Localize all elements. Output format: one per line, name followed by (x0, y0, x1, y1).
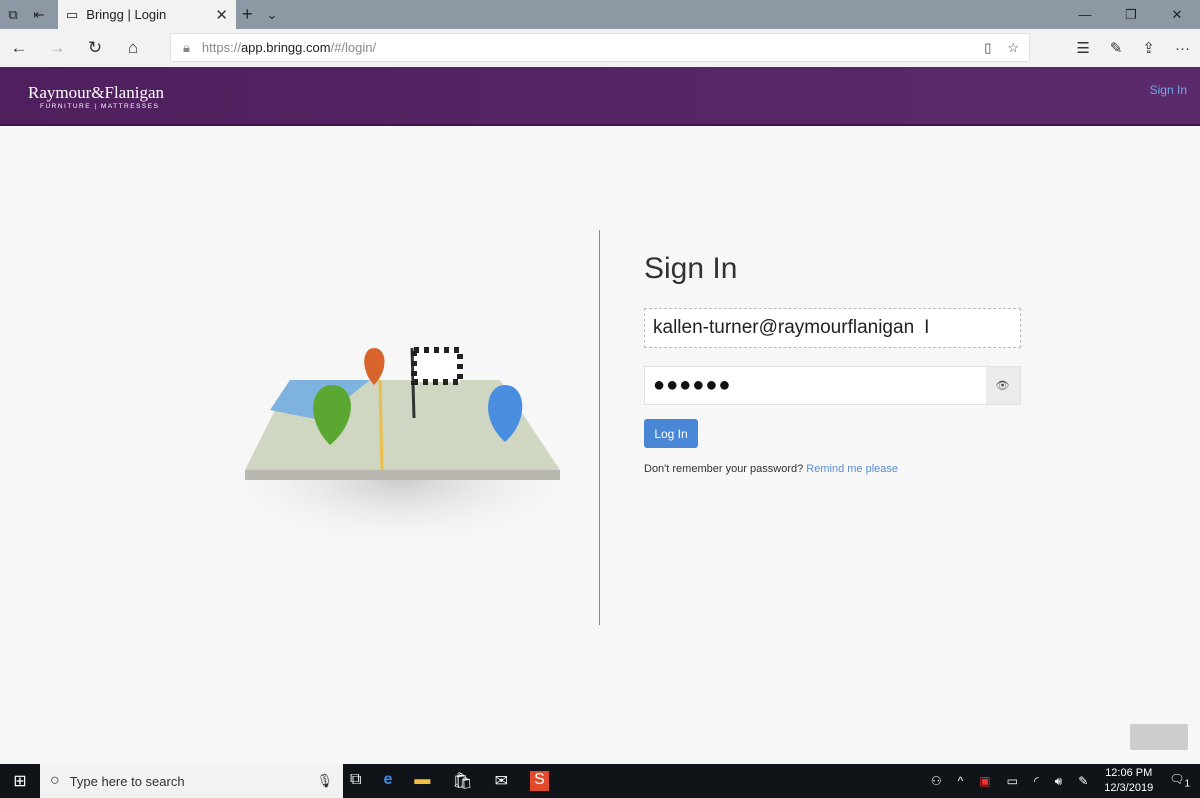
password-field[interactable]: ●●●●●● 👁︎ (644, 366, 1021, 405)
browser-tab-bar: ⧉ ⇤ ▭ Bringg | Login ✕ + ⌄ — ❐ ✕ (0, 0, 1200, 29)
lock-icon: 🔒︎ (183, 39, 190, 55)
close-tab-icon[interactable]: ✕ (215, 6, 228, 24)
map-illustration (210, 347, 590, 540)
refresh-icon[interactable]: ↻ (76, 38, 114, 58)
browser-nav-bar: ← → ↻ ⌂ 🔒︎ https://app.bringg.com/#/logi… (0, 29, 1200, 67)
date: 12/3/2019 (1104, 782, 1154, 794)
reading-view-icon[interactable]: ▯ (984, 40, 991, 56)
logo-subtitle: FURNITURE | MATTRESSES (40, 103, 160, 110)
forward-icon[interactable]: → (38, 38, 76, 58)
home-icon[interactable]: ⌂ (114, 38, 152, 58)
password-value: ●●●●●● (653, 374, 732, 396)
store-icon[interactable]: 🛍︎ (452, 771, 472, 791)
divider (599, 230, 600, 625)
tabs-aside-icon[interactable]: ⇤ (26, 0, 52, 29)
edge-icon[interactable]: e (383, 771, 392, 791)
favorite-star-icon[interactable]: ☆ (1007, 40, 1019, 56)
back-icon[interactable]: ← (0, 38, 38, 58)
new-tab-icon[interactable]: + (242, 4, 253, 25)
forgot-password-row: Don't remember your password? Remind me … (644, 463, 898, 475)
taskbar: ⊞ ○ Type here to search 🎙︎ ⧉ e ▬ 🛍︎ ✉ S … (0, 764, 1200, 798)
overlay-controls[interactable] (1130, 724, 1188, 750)
logo: Raymour&Flanigan FURNITURE | MATTRESSES (28, 83, 164, 110)
share-icon[interactable]: ⇪ (1142, 39, 1155, 57)
close-window-icon[interactable]: ✕ (1154, 0, 1200, 29)
clock[interactable]: 12:06 PM 12/3/2019 (1104, 766, 1153, 796)
page-title: Sign In (644, 252, 738, 285)
notification-count: 1 (1184, 778, 1190, 790)
chevron-down-icon[interactable]: ⌄ (267, 7, 278, 23)
forgot-text: Don't remember your password? (644, 463, 804, 475)
show-hidden-icons[interactable]: ^ (958, 774, 964, 788)
wifi-icon[interactable]: ◜ (1034, 774, 1039, 788)
security-icon[interactable]: ▣ (979, 774, 990, 788)
sign-in-link[interactable]: Sign In (1150, 83, 1187, 97)
windows-start-icon[interactable]: ⊞ (0, 771, 40, 791)
page-icon: ▭ (66, 6, 79, 22)
app-header: Raymour&Flanigan FURNITURE | MATTRESSES … (0, 67, 1200, 126)
task-view-icon[interactable]: ⧉ (350, 771, 361, 791)
microphone-icon[interactable]: 🎙︎ (316, 773, 333, 789)
time: 12:06 PM (1105, 767, 1153, 779)
pen-workspace-icon[interactable]: ✎ (1078, 774, 1088, 788)
logo-name: Raymour&Flanigan (28, 83, 164, 102)
text-cursor-icon: I (924, 317, 930, 338)
mail-icon[interactable]: ✉ (495, 771, 508, 791)
tab-title: Bringg | Login (86, 7, 167, 22)
cortana-icon: ○ (50, 772, 60, 789)
orange-pin-icon (364, 348, 385, 385)
url-path: /#/login/ (330, 40, 377, 55)
browser-tab[interactable]: ▭ Bringg | Login ✕ (58, 0, 236, 29)
address-bar[interactable]: 🔒︎ https://app.bringg.com/#/login/ ▯ ☆ (170, 33, 1030, 62)
volume-icon[interactable]: 🔊︎ (1055, 774, 1063, 789)
search-placeholder: Type here to search (69, 773, 185, 789)
login-button[interactable]: Log In (644, 419, 698, 448)
taskbar-search[interactable]: ○ Type here to search 🎙︎ (40, 764, 343, 798)
snagit-icon[interactable]: S (530, 771, 549, 791)
restore-icon[interactable]: ❐ (1108, 0, 1154, 29)
battery-icon[interactable]: ▭ (1007, 774, 1018, 788)
file-explorer-icon[interactable]: ▬ (414, 771, 430, 791)
email-field[interactable]: kallen-turner@raymourflanigan I (644, 308, 1021, 348)
remind-link[interactable]: Remind me please (806, 463, 898, 475)
url-prefix: https:// (201, 40, 241, 55)
favorites-icon[interactable]: ☰ (1076, 39, 1089, 57)
people-icon[interactable]: ⚇ (931, 774, 942, 788)
email-value: kallen-turner@raymourflanigan (653, 317, 915, 338)
toggle-password-visibility-icon[interactable]: 👁︎ (986, 367, 1020, 404)
url-host: app.bringg.com (240, 40, 331, 55)
notifications-icon[interactable]: 🗨︎1 (1169, 772, 1190, 789)
checkered-flag-icon (411, 347, 463, 385)
minimize-icon[interactable]: — (1062, 0, 1108, 29)
more-icon[interactable]: ··· (1175, 40, 1190, 57)
tab-actions-icon[interactable]: ⧉ (0, 0, 26, 29)
pen-icon[interactable]: ✎ (1110, 39, 1123, 57)
